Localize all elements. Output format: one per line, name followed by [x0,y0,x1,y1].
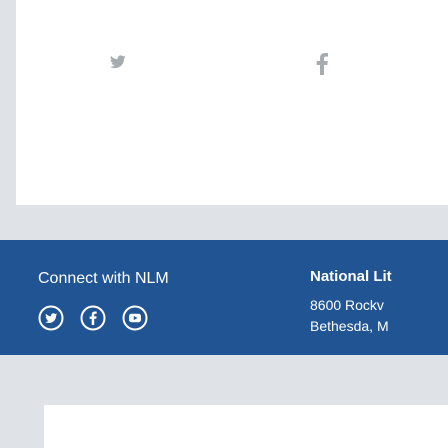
address-line-1: 8600 Rockv [310,297,384,313]
footer-twitter-link[interactable] [38,305,64,331]
footer-facebook-link[interactable] [80,305,106,331]
org-name: National Lit [310,268,392,285]
footer-youtube-link[interactable] [122,305,148,331]
share-card [16,0,448,205]
facebook-icon [316,53,328,75]
twitter-icon [38,305,64,331]
share-facebook-link[interactable] [216,0,416,200]
address-line-2: Bethesda, M [310,318,389,334]
facebook-icon [80,305,106,331]
twitter-icon [110,55,126,69]
content-card [44,405,448,448]
share-twitter-link[interactable] [16,0,216,200]
youtube-icon [122,305,148,331]
connect-title: Connect with NLM [38,270,169,287]
